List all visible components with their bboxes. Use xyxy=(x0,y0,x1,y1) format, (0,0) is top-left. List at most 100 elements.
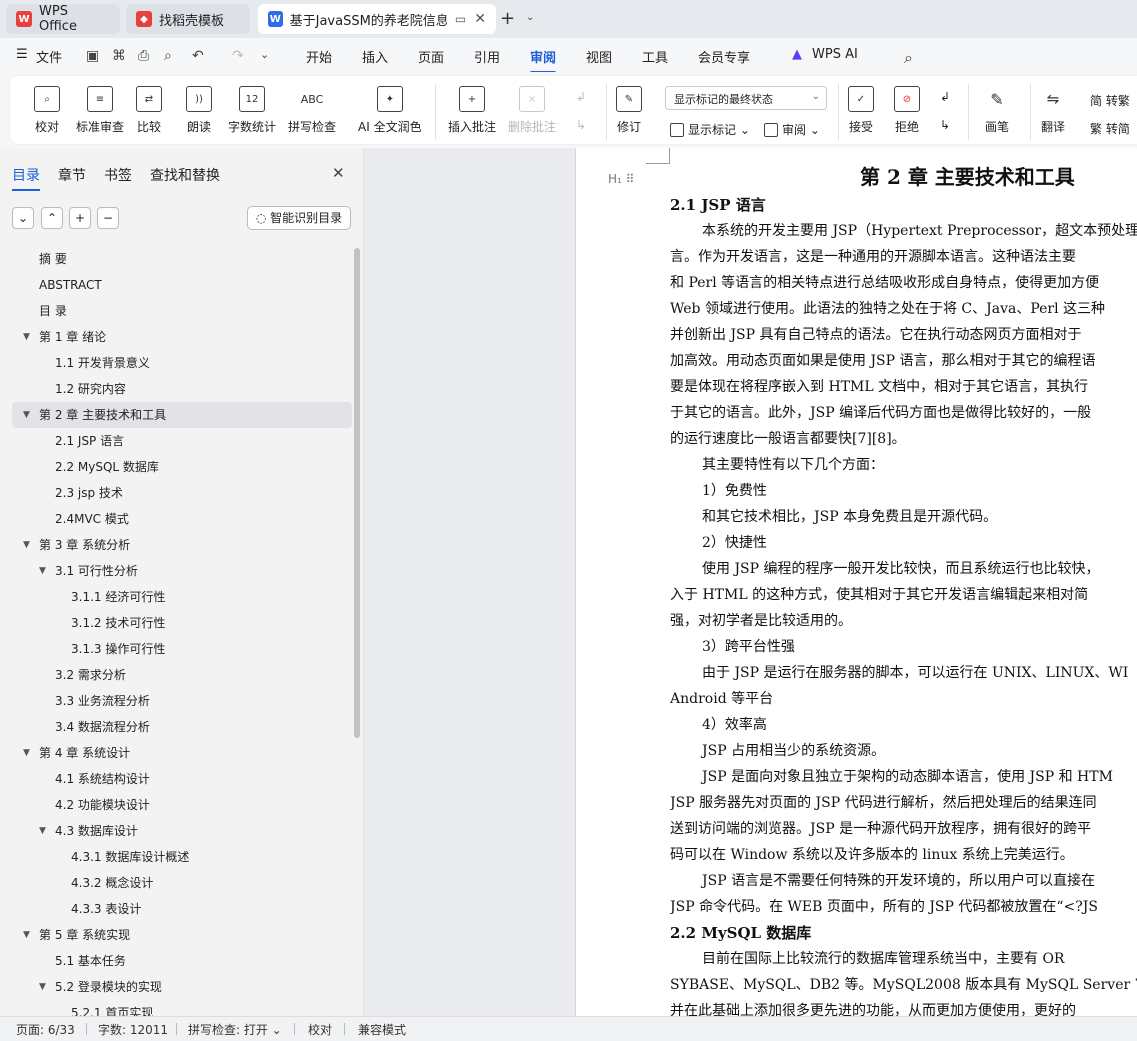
tab-wps-office[interactable]: W WPS Office xyxy=(6,4,120,34)
tab-document[interactable]: W 基于JavaSSM的养老院信息管 ▭ ✕ xyxy=(258,4,496,34)
smart-toc-button[interactable]: ◌ 智能识别目录 xyxy=(247,206,351,230)
delete-comment-button[interactable]: × 删除批注 xyxy=(508,86,556,135)
toc-item[interactable]: 5.1 基本任务 xyxy=(12,948,352,974)
redo-icon[interactable]: ↷ xyxy=(232,48,244,64)
spell-check-status[interactable]: 拼写检查: 打开 ⌄ xyxy=(188,1021,282,1038)
close-icon[interactable]: ✕ xyxy=(332,164,345,182)
toc-item[interactable]: ▼ 第 4 章 系统设计 xyxy=(12,740,352,766)
link-icon[interactable]: ⌘ xyxy=(112,48,126,64)
toc-item[interactable]: 2.3 jsp 技术 xyxy=(12,480,352,506)
toc-item[interactable]: 2.2 MySQL 数据库 xyxy=(12,454,352,480)
word-count-indicator[interactable]: 字数: 12011 xyxy=(98,1021,168,1038)
toc-item[interactable]: 4.1 系统结构设计 xyxy=(12,766,352,792)
accept-button[interactable]: ✓ 接受 xyxy=(848,86,874,135)
expand-triangle-icon[interactable]: ▼ xyxy=(39,974,46,1000)
toc-item[interactable]: 2.1 JSP 语言 xyxy=(12,428,352,454)
toc-item[interactable]: ▼ 4.3 数据库设计 xyxy=(12,818,352,844)
menu-home[interactable]: 开始 xyxy=(306,47,332,66)
undo-icon[interactable]: ↶ xyxy=(192,48,204,64)
proof-status[interactable]: 校对 xyxy=(308,1021,332,1038)
toc-item[interactable]: 4.3.2 概念设计 xyxy=(12,870,352,896)
document-page[interactable]: H₁ ⠿ 第 2 章 主要技术和工具 2.1 JSP 语言 本系统的开发主要用 JS… xyxy=(575,148,1137,1016)
next-comment-icon[interactable]: ↳ xyxy=(576,118,586,132)
expand-triangle-icon[interactable]: ▼ xyxy=(23,532,30,558)
toc-item[interactable]: 2.4MVC 模式 xyxy=(12,506,352,532)
menu-wps-ai[interactable]: WPS AI xyxy=(812,47,858,62)
translate-button[interactable]: ⇋ 翻译 xyxy=(1040,86,1066,135)
reject-button[interactable]: ⊘ 拒绝 xyxy=(894,86,920,135)
menu-page[interactable]: 页面 xyxy=(418,47,444,66)
toc-item[interactable]: 目 录 xyxy=(12,298,352,324)
to-simplified-button[interactable]: 繁 转简 xyxy=(1090,120,1130,137)
tab-template[interactable]: ◆ 找稻壳模板 xyxy=(126,4,250,34)
toc-item[interactable]: 3.2 需求分析 xyxy=(12,662,352,688)
expand-up-button[interactable]: ⌃ xyxy=(41,207,63,229)
next-change-icon[interactable]: ↳ xyxy=(940,118,950,132)
page-indicator[interactable]: 页面: 6/33 xyxy=(16,1021,75,1038)
to-traditional-button[interactable]: 简 转繁 xyxy=(1090,92,1130,109)
show-markup-button[interactable]: 显示标记 ⌄ xyxy=(670,121,750,138)
insert-comment-button[interactable]: + 插入批注 xyxy=(448,86,496,135)
close-tab-icon[interactable]: ✕ xyxy=(474,11,486,27)
remove-heading-button[interactable]: − xyxy=(97,207,119,229)
read-aloud-button[interactable]: )) 朗读 xyxy=(186,86,212,135)
search-icon[interactable]: ⌕ xyxy=(904,48,913,68)
collapse-all-button[interactable]: ⌄ xyxy=(12,207,34,229)
new-tab-button[interactable]: + xyxy=(500,8,515,29)
pen-button[interactable]: ✎ 画笔 xyxy=(984,86,1010,135)
print-preview-icon[interactable]: ⌕ xyxy=(164,48,172,64)
toc-item[interactable]: 1.1 开发背景意义 xyxy=(12,350,352,376)
monitor-icon[interactable]: ▭ xyxy=(455,12,466,26)
menu-insert[interactable]: 插入 xyxy=(362,47,388,66)
previous-comment-icon[interactable]: ↲ xyxy=(576,90,586,104)
print-icon[interactable]: ⎙ xyxy=(138,48,149,64)
document-text[interactable]: 第 2 章 主要技术和工具 2.1 JSP 语言 本系统的开发主要用 JSP（Hyp… xyxy=(670,166,1137,1016)
expand-triangle-icon[interactable]: ▼ xyxy=(23,922,30,948)
toc-item[interactable]: ▼ 第 2 章 主要技术和工具 xyxy=(12,402,352,428)
toc-item[interactable]: 3.1.2 技术可行性 xyxy=(12,610,352,636)
previous-change-icon[interactable]: ↲ xyxy=(940,90,950,104)
nav-tab-bookmarks[interactable]: 书签 xyxy=(104,165,132,185)
toc-item[interactable]: 4.2 功能模块设计 xyxy=(12,792,352,818)
ai-polish-button[interactable]: ✦ AI 全文润色 xyxy=(358,86,422,135)
review-pane-button[interactable]: 审阅 ⌄ xyxy=(764,121,820,138)
chevron-down-icon[interactable]: ⌄ xyxy=(526,12,534,23)
toc-item[interactable]: 摘 要 xyxy=(12,246,352,272)
menu-member[interactable]: 会员专享 xyxy=(698,47,750,66)
add-heading-button[interactable]: + xyxy=(69,207,91,229)
toc-item[interactable]: 3.3 业务流程分析 xyxy=(12,688,352,714)
toc-item[interactable]: 3.1.3 操作可行性 xyxy=(12,636,352,662)
toc-item[interactable]: ▼ 第 5 章 系统实现 xyxy=(12,922,352,948)
compare-button[interactable]: ⇄ 比较 xyxy=(136,86,162,135)
toc-item[interactable]: ABSTRACT xyxy=(12,272,352,298)
expand-triangle-icon[interactable]: ▼ xyxy=(39,558,46,584)
word-count-button[interactable]: 12 字数统计 xyxy=(228,86,276,135)
toc-item[interactable]: 4.3.1 数据库设计概述 xyxy=(12,844,352,870)
toc-item[interactable]: ▼ 5.2 登录模块的实现 xyxy=(12,974,352,1000)
menu-view[interactable]: 视图 xyxy=(586,47,612,66)
expand-triangle-icon[interactable]: ▼ xyxy=(39,818,46,844)
nav-tab-toc[interactable]: 目录 xyxy=(12,165,40,191)
expand-triangle-icon[interactable]: ▼ xyxy=(23,402,30,428)
menu-tools[interactable]: 工具 xyxy=(642,47,668,66)
toc-item[interactable]: ▼ 第 1 章 绪论 xyxy=(12,324,352,350)
menu-file[interactable]: 文件 xyxy=(36,47,62,66)
menu-review[interactable]: 审阅 xyxy=(530,47,557,74)
toc-item[interactable]: 4.3.3 表设计 xyxy=(12,896,352,922)
markup-display-select[interactable]: 显示标记的最终状态 ⌄ xyxy=(665,86,827,110)
toc-scrollbar[interactable] xyxy=(354,248,360,738)
toc-item[interactable]: ▼ 3.1 可行性分析 xyxy=(12,558,352,584)
save-icon[interactable]: ▣ xyxy=(86,48,99,64)
standard-review-button[interactable]: ≡ 标准审查 xyxy=(76,86,124,135)
quick-access-chevron-icon[interactable]: ⌄ xyxy=(260,48,269,61)
nav-tab-find-replace[interactable]: 查找和替换 xyxy=(150,165,220,185)
expand-triangle-icon[interactable]: ▼ xyxy=(23,324,30,350)
toc-item[interactable]: 1.2 研究内容 xyxy=(12,376,352,402)
spell-check-button[interactable]: ABC 拼写检查 xyxy=(288,86,336,135)
menu-references[interactable]: 引用 xyxy=(474,47,500,66)
proofread-button[interactable]: ⌕ 校对 xyxy=(34,86,60,135)
expand-triangle-icon[interactable]: ▼ xyxy=(23,740,30,766)
toc-item[interactable]: ▼ 第 3 章 系统分析 xyxy=(12,532,352,558)
toc-item[interactable]: 3.4 数据流程分析 xyxy=(12,714,352,740)
toc-item[interactable]: 3.1.1 经济可行性 xyxy=(12,584,352,610)
